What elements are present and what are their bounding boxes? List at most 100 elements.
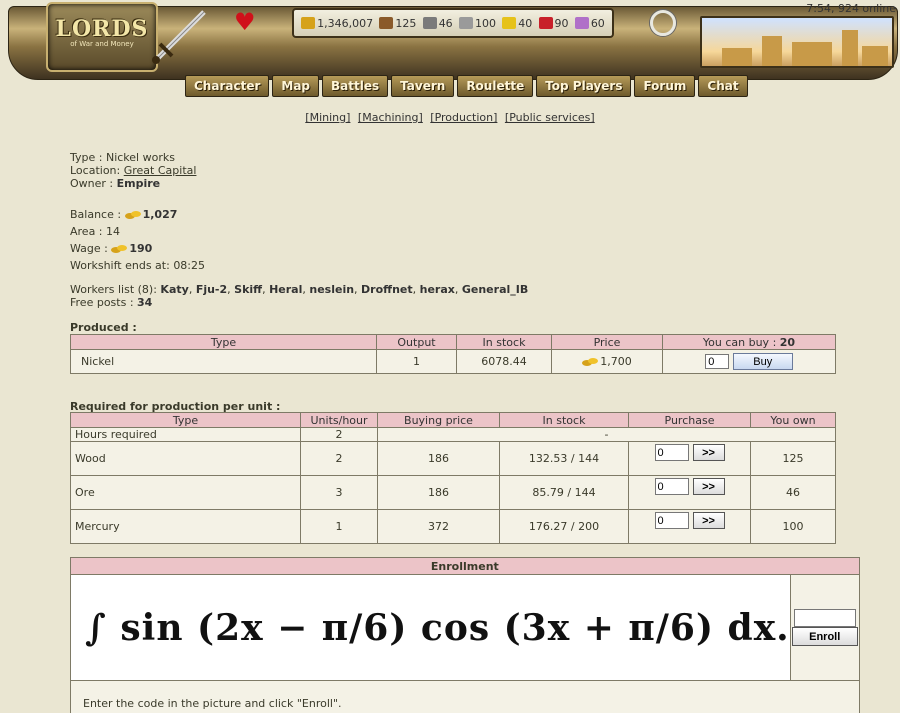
resources-panel: 1,346,007 125 46 100 40 90 60 xyxy=(292,8,614,38)
worker-name[interactable]: herax xyxy=(420,283,455,296)
product-price: 1,700 xyxy=(551,349,663,374)
ring-icon[interactable] xyxy=(650,10,676,36)
nav-character[interactable]: Character xyxy=(185,75,270,97)
ore-icon xyxy=(422,17,437,29)
resource-gems: 60 xyxy=(574,16,605,30)
resource-type: Ore xyxy=(70,475,301,510)
wood-icon xyxy=(379,17,394,29)
product-output: 1 xyxy=(376,349,457,374)
enroll-code-input[interactable] xyxy=(793,609,856,627)
subnav-mining[interactable]: [Mining] xyxy=(305,111,350,124)
nav-battles[interactable]: Battles xyxy=(322,75,389,97)
area-label: Area : xyxy=(70,225,107,238)
worker-name[interactable]: Katy xyxy=(160,283,188,296)
can-buy-value: 20 xyxy=(779,335,796,349)
sword-icon xyxy=(152,10,206,64)
resource-sulfur: 40 xyxy=(502,17,532,30)
worker-name[interactable]: Heral xyxy=(269,283,302,296)
resource-gold: 1,346,007 xyxy=(301,17,373,30)
table-row: Hours required 2 - xyxy=(70,427,836,442)
worker-name[interactable]: Fju-2 xyxy=(196,283,227,296)
table-row: Wood2186132.53 / 144 >> 125 xyxy=(70,441,836,476)
hours-type: Hours required xyxy=(70,427,301,442)
wage-label: Wage : xyxy=(70,242,112,255)
resource-owned: 100 xyxy=(750,509,836,544)
purchase-button[interactable]: >> xyxy=(692,478,725,495)
enrollment-title: Enrollment xyxy=(70,557,860,575)
resource-units: 3 xyxy=(300,475,378,510)
balance-value: 1,027 xyxy=(142,208,178,221)
mercury-icon xyxy=(458,17,473,29)
nav-roulette[interactable]: Roulette xyxy=(457,75,534,97)
purchase-quantity-input[interactable] xyxy=(654,444,689,461)
purchase-button[interactable]: >> xyxy=(692,512,725,529)
resource-owned: 125 xyxy=(750,441,836,476)
nav-map[interactable]: Map xyxy=(272,75,320,97)
nav-forum[interactable]: Forum xyxy=(634,75,696,97)
gold-icon xyxy=(111,245,128,253)
col-units-hour: Units/hour xyxy=(300,412,378,428)
resource-price: 372 xyxy=(377,509,500,544)
gold-icon xyxy=(582,358,599,366)
col-purchase: Purchase xyxy=(628,412,751,428)
purchase-quantity-input[interactable] xyxy=(654,478,689,495)
resource-stock: 132.53 / 144 xyxy=(499,441,629,476)
buy-button[interactable]: Buy xyxy=(732,353,793,370)
worker-name[interactable]: Skiff xyxy=(234,283,262,296)
worker-name[interactable]: neslein xyxy=(309,283,354,296)
col-you-own: You own xyxy=(750,412,836,428)
price-value: 1,700 xyxy=(600,355,632,368)
purchase-cell: >> xyxy=(628,475,751,510)
location-link[interactable]: Great Capital xyxy=(124,164,197,177)
col-in-stock: In stock xyxy=(456,334,552,350)
produced-table: Type Output In stock Price You can buy :… xyxy=(70,334,836,374)
resource-value: 100 xyxy=(474,16,496,30)
subnav-production[interactable]: [Production] xyxy=(430,111,497,124)
building-info: Type : Nickel works Location: Great Capi… xyxy=(70,151,196,190)
gold-icon xyxy=(301,17,316,29)
resource-value: 40 xyxy=(518,16,533,30)
col-in-stock: In stock xyxy=(499,412,629,428)
product-type: Nickel xyxy=(70,349,377,374)
worker-name[interactable]: General_IB xyxy=(462,283,528,296)
buy-quantity-input[interactable] xyxy=(705,354,730,369)
sulfur-icon xyxy=(502,17,517,29)
health-heart-icon[interactable]: ♥ xyxy=(234,10,256,34)
resource-value: 46 xyxy=(438,16,453,30)
nav-tavern[interactable]: Tavern xyxy=(391,75,455,97)
worker-name[interactable]: Droffnet xyxy=(361,283,413,296)
resource-stock: 85.79 / 144 xyxy=(499,475,629,510)
col-can-buy: You can buy : 20 xyxy=(662,334,836,350)
game-logo[interactable]: LORDS of War and Money xyxy=(46,2,158,72)
resource-value: 125 xyxy=(395,16,417,30)
table-row: Mercury1372176.27 / 200 >> 100 xyxy=(70,509,836,544)
subnav-public-services[interactable]: [Public services] xyxy=(505,111,595,124)
purchase-quantity-input[interactable] xyxy=(654,512,689,529)
building-stats: Balance : 1,027 Area : 14 Wage : 190 Wor… xyxy=(70,206,205,274)
col-price: Price xyxy=(551,334,663,350)
nav-chat[interactable]: Chat xyxy=(698,75,748,97)
resource-value: 60 xyxy=(590,16,605,30)
resource-units: 2 xyxy=(300,441,378,476)
purchase-button[interactable]: >> xyxy=(692,444,725,461)
building-type: Nickel works xyxy=(105,151,175,164)
resource-stock: 176.27 / 200 xyxy=(499,509,629,544)
purchase-cell: >> xyxy=(628,441,751,476)
resource-mercury: 100 xyxy=(458,16,496,30)
resource-price: 186 xyxy=(377,441,500,476)
required-table: Type Units/hour Buying price In stock Pu… xyxy=(70,412,836,544)
resource-value: 1,346,007 xyxy=(317,16,374,30)
nav-top-players[interactable]: Top Players xyxy=(536,75,632,97)
resource-ore: 46 xyxy=(422,16,453,30)
city-skyline-image xyxy=(700,16,894,68)
resource-crystal: 90 xyxy=(538,17,569,30)
crystal-icon xyxy=(538,17,553,29)
resource-type: Mercury xyxy=(70,509,301,544)
subnav-machining[interactable]: [Machining] xyxy=(358,111,423,124)
main-nav: Character Map Battles Tavern Roulette Top Pla… xyxy=(185,75,748,97)
enroll-button[interactable]: Enroll xyxy=(791,627,858,646)
col-buying-price: Buying price xyxy=(377,412,500,428)
workshift-label: Workshift ends at: xyxy=(70,259,174,272)
resource-owned: 46 xyxy=(750,475,836,510)
free-posts-label: Free posts : xyxy=(70,296,138,309)
